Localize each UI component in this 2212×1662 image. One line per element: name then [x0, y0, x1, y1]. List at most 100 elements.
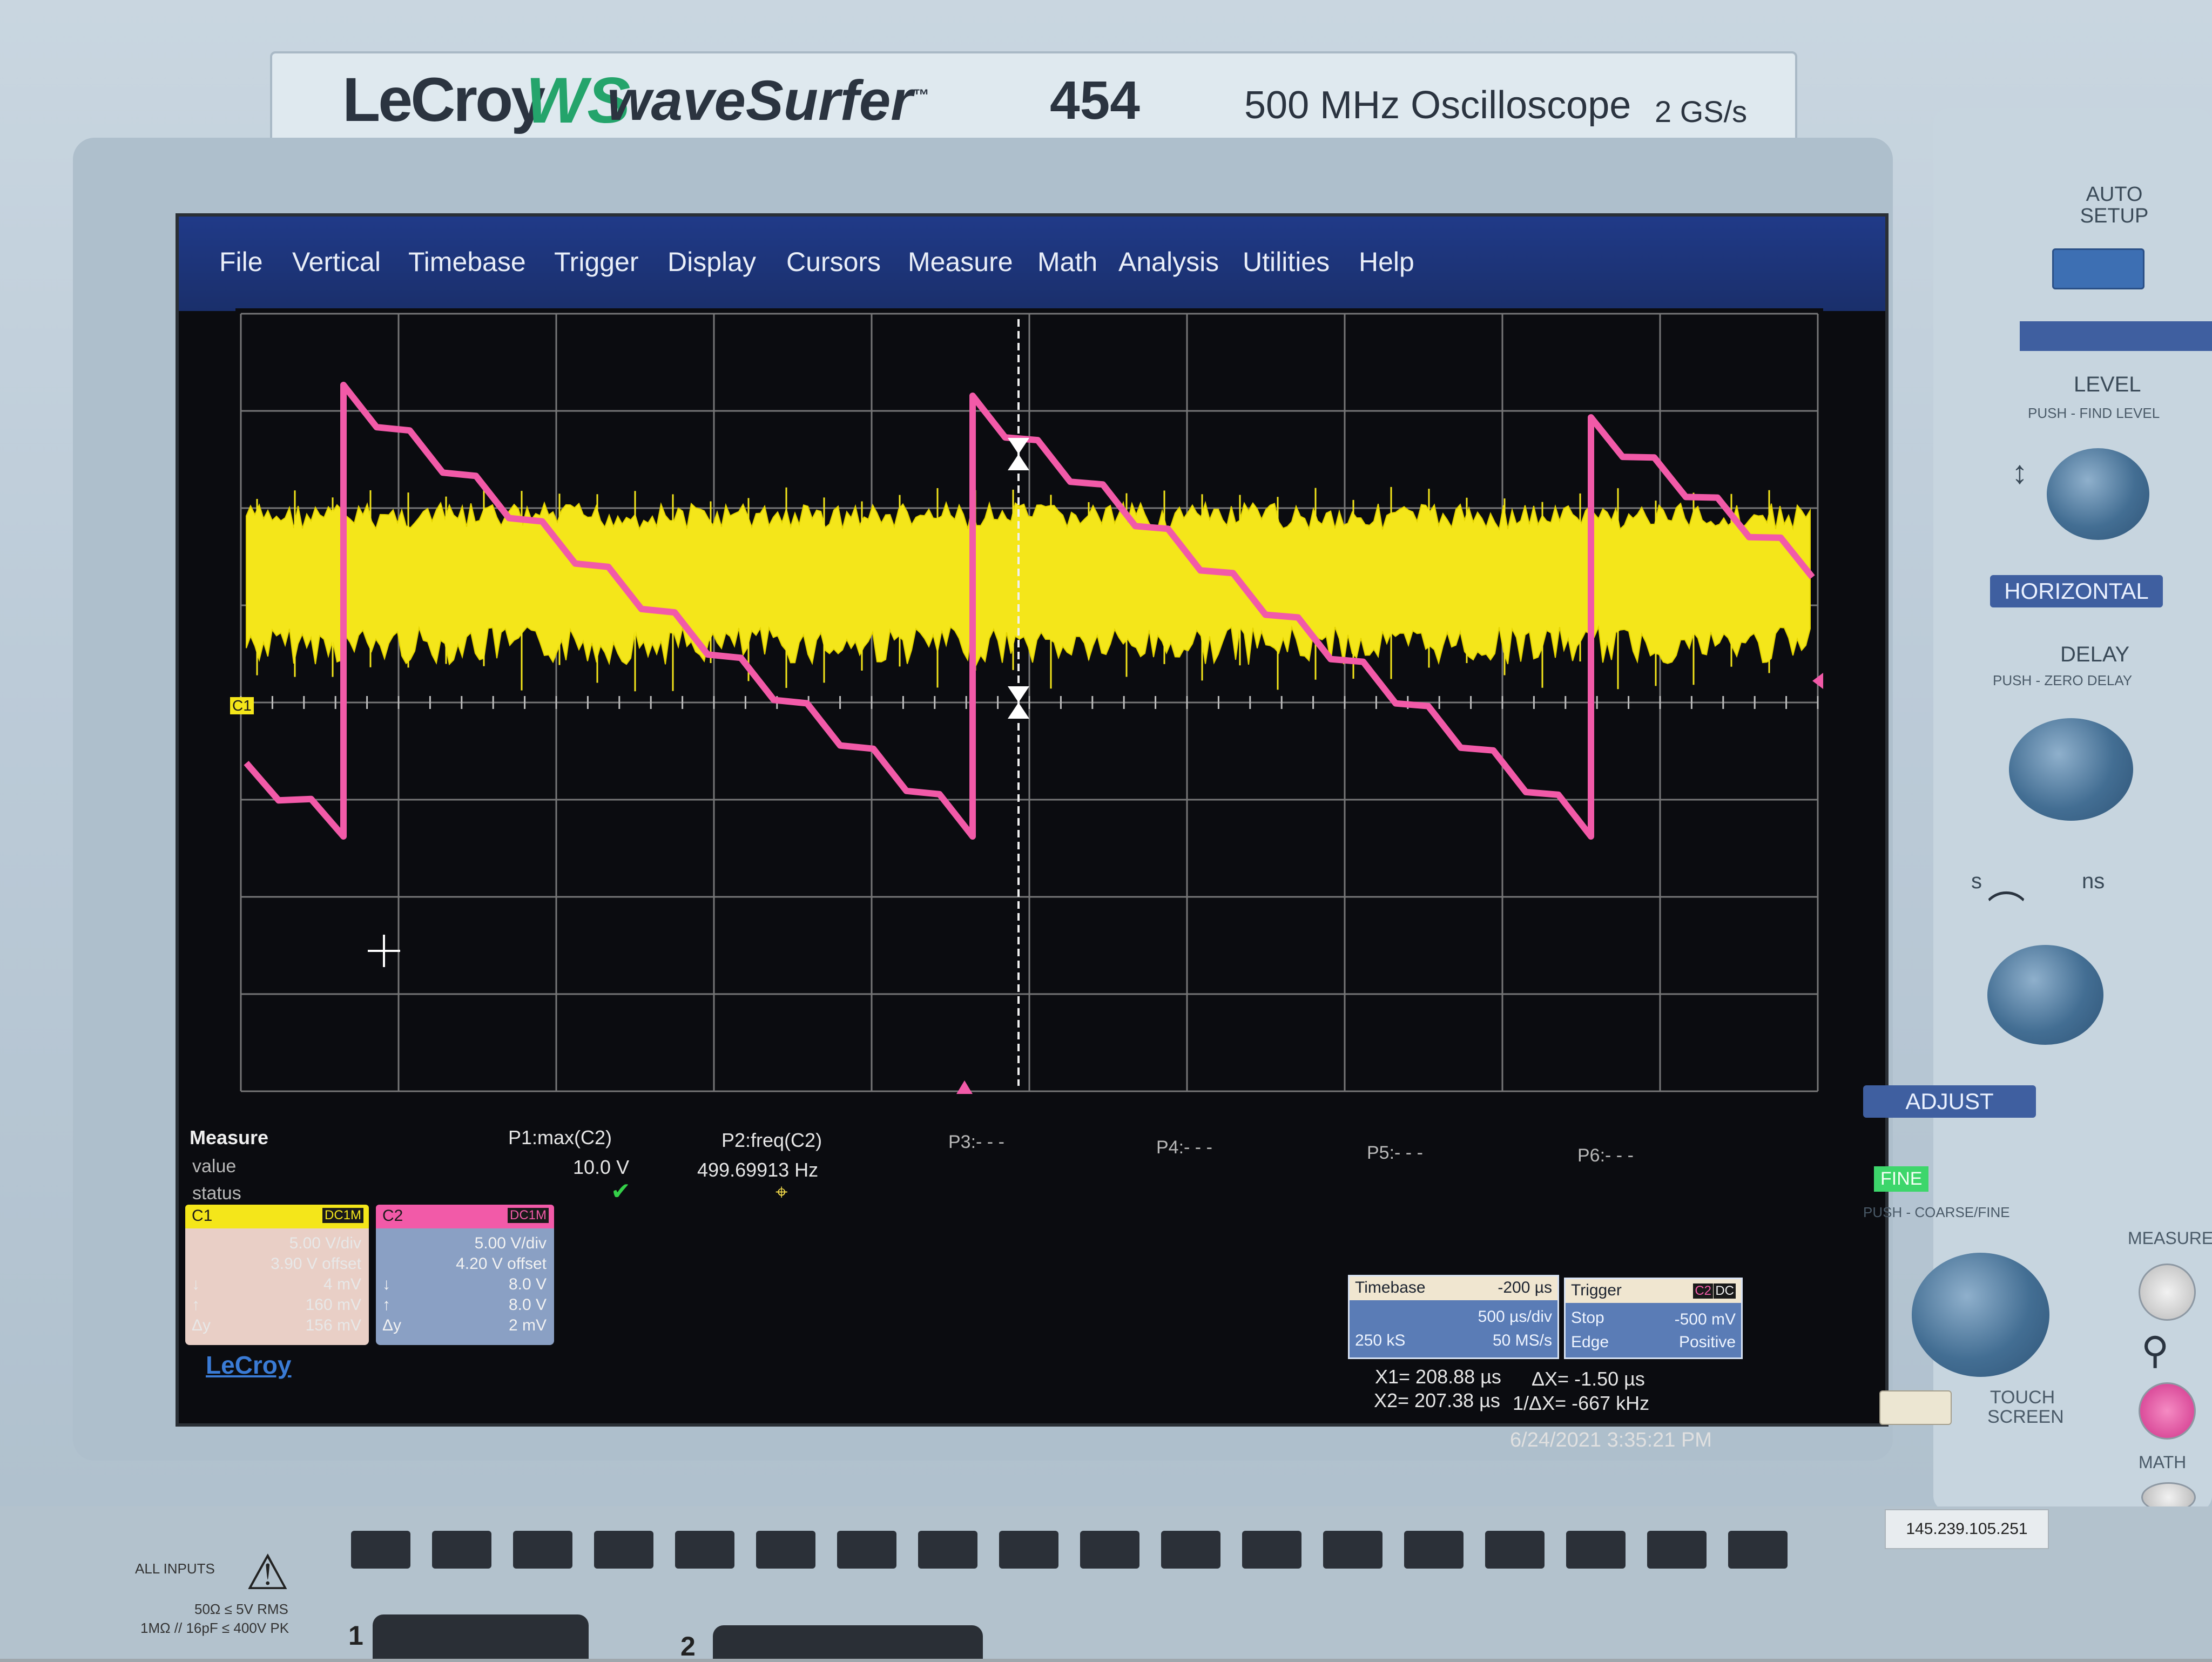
trigger-level: -500 mV	[1674, 1310, 1736, 1328]
menu-utilities[interactable]: Utilities	[1243, 246, 1330, 278]
trigger-source: C2	[1693, 1283, 1713, 1299]
c2-vdiv: 5.00 V/div	[474, 1234, 547, 1252]
c2-dy-label: Δy	[382, 1316, 402, 1334]
vent-slot	[1242, 1531, 1301, 1569]
vent-slot	[1566, 1531, 1626, 1569]
menu-vertical[interactable]: Vertical	[292, 246, 381, 278]
c1-name: C1	[192, 1207, 213, 1225]
menu-cursors[interactable]: Cursors	[786, 246, 881, 278]
vent-slot	[675, 1531, 734, 1569]
product-description: 500 MHz Oscilloscope	[1244, 84, 1631, 127]
p6-label[interactable]: P6:- - -	[1577, 1145, 1634, 1166]
front-bottom-strip	[0, 1506, 2212, 1659]
c2-offset: 4.20 V offset	[456, 1255, 547, 1273]
menu-display[interactable]: Display	[667, 246, 756, 278]
waveform-svg	[235, 308, 1823, 1097]
input-spec-1mohm: 1MΩ // 16pF ≤ 400V PK	[140, 1620, 289, 1636]
c1-offset: 3.90 V offset	[271, 1255, 361, 1273]
c1-up-arrow-icon: ↑	[192, 1296, 200, 1314]
cursor-x2: X2= 207.38 µs	[1374, 1389, 1500, 1411]
cursor-inv-dx: 1/ΔX= -667 kHz	[1513, 1392, 1650, 1414]
menu-help[interactable]: Help	[1359, 246, 1414, 278]
cursor-x1: X1= 208.88 µs	[1375, 1366, 1501, 1388]
c1-descriptor[interactable]: C1 DC1M 5.00 V/div 3.90 V offset ↓ 4 mV …	[185, 1205, 369, 1345]
vent-slot	[594, 1531, 653, 1569]
p1-label[interactable]: P1:max(C2)	[508, 1126, 612, 1149]
timebase-tdiv: 500 µs/div	[1478, 1308, 1552, 1326]
fine-indicator: FINE	[1874, 1166, 1929, 1192]
waveform-grid[interactable]: C1	[230, 308, 1823, 1097]
vent-slot	[1080, 1531, 1139, 1569]
warning-triangle-icon: ⚠	[246, 1546, 289, 1600]
math-label: MATH	[2139, 1452, 2187, 1472]
timebase-descriptor[interactable]: Timebase -200 µs 500 µs/div 250 kS 50 MS…	[1348, 1275, 1559, 1359]
sample-rate-label: 2 GS/s	[1655, 94, 1748, 129]
auto-setup-button[interactable]	[2052, 248, 2144, 289]
auto-setup-label: AUTO SETUP	[2080, 183, 2149, 227]
c1-vdiv: 5.00 V/div	[289, 1234, 361, 1252]
trigger-mode: Stop	[1571, 1309, 1604, 1327]
vent-slot	[351, 1531, 410, 1569]
c1-down-value: 4 mV	[323, 1275, 361, 1293]
c1-dy-label: Δy	[192, 1316, 211, 1334]
zoom-magnifier-icon: ⚲	[2141, 1329, 2169, 1372]
menu-file[interactable]: File	[219, 246, 263, 278]
vent-slot	[918, 1531, 977, 1569]
vent-slot	[999, 1531, 1058, 1569]
menu-trigger[interactable]: Trigger	[554, 246, 639, 278]
vent-slot	[1647, 1531, 1707, 1569]
scope-display[interactable]: File Vertical Timebase Trigger Display C…	[176, 213, 1889, 1451]
timebase-label: Timebase	[1355, 1279, 1426, 1296]
menu-analysis[interactable]: Analysis	[1118, 246, 1219, 278]
vent-slot	[1728, 1531, 1788, 1569]
control-panel: AUTO SETUP LEVEL PUSH - FIND LEVEL ↕ HOR…	[1863, 108, 2212, 1512]
delay-label: DELAY	[2060, 643, 2130, 666]
cursor-dx: ΔX= -1.50 µs	[1532, 1368, 1645, 1390]
vent-slot	[513, 1531, 572, 1569]
input-2-connector[interactable]	[713, 1625, 983, 1659]
vent-slot	[1404, 1531, 1464, 1569]
input-warning-label: ALL INPUTS ⚠ 50Ω ≤ 5V RMS 1MΩ // 16pF ≤ …	[124, 1544, 329, 1652]
menu-timebase[interactable]: Timebase	[408, 246, 526, 278]
c2-name: C2	[382, 1207, 403, 1225]
horizontal-delay-knob[interactable]	[2009, 718, 2133, 821]
trigger-slope: Positive	[1678, 1333, 1736, 1351]
c1-trace	[246, 501, 1811, 667]
all-inputs-label: ALL INPUTS	[135, 1560, 215, 1577]
level-sub-label: PUSH - FIND LEVEL	[2028, 405, 2160, 421]
seconds-label: s	[1971, 869, 1982, 893]
timebase-rate: 50 MS/s	[1492, 1332, 1552, 1349]
c2-down-arrow-icon: ↓	[382, 1275, 390, 1293]
touch-screen-button[interactable]	[1879, 1390, 1952, 1425]
p2-value: 499.69913 Hz	[697, 1159, 819, 1181]
menu-measure[interactable]: Measure	[908, 246, 1013, 278]
c2-descriptor[interactable]: C2 DC1M 5.00 V/div 4.20 V offset ↓ 8.0 V…	[376, 1205, 554, 1345]
measure-title: Measure	[190, 1126, 269, 1148]
trigger-section-bar	[2020, 321, 2212, 351]
measure-button[interactable]	[2139, 1264, 2196, 1321]
product-name: waveSurfer™	[607, 69, 929, 132]
nanoseconds-label: ns	[2082, 869, 2105, 893]
measure-value-row: value	[192, 1156, 237, 1177]
p3-label[interactable]: P3:- - -	[948, 1132, 1004, 1153]
time-div-knob[interactable]	[1987, 945, 2103, 1045]
c1-down-arrow-icon: ↓	[192, 1275, 200, 1293]
trigger-descriptor[interactable]: Trigger C2 DC Stop -500 mV Edge Positive	[1564, 1278, 1743, 1359]
ip-address-label: 145.239.105.251	[1885, 1509, 2049, 1549]
trigger-level-knob[interactable]	[2047, 448, 2149, 540]
menu-bar: File Vertical Timebase Trigger Display C…	[179, 217, 1885, 311]
p1-value: 10.0 V	[573, 1156, 630, 1178]
measure-label: MEASURE	[2128, 1228, 2212, 1248]
vent-slot	[1161, 1531, 1220, 1569]
c2-dy-value: 2 mV	[508, 1316, 547, 1334]
adjust-knob[interactable]	[1912, 1253, 2049, 1377]
menu-math[interactable]: Math	[1037, 246, 1097, 278]
p5-label[interactable]: P5:- - -	[1367, 1143, 1423, 1164]
zoom-button[interactable]	[2139, 1382, 2196, 1440]
p4-label[interactable]: P4:- - -	[1156, 1137, 1212, 1158]
timebase-delay: -200 µs	[1498, 1279, 1552, 1296]
level-label: LEVEL	[2074, 373, 2141, 396]
p2-label[interactable]: P2:freq(C2)	[721, 1129, 822, 1152]
time-scale-arc-icon: ⌒	[1987, 889, 2025, 931]
input-1-connector[interactable]	[373, 1614, 589, 1659]
